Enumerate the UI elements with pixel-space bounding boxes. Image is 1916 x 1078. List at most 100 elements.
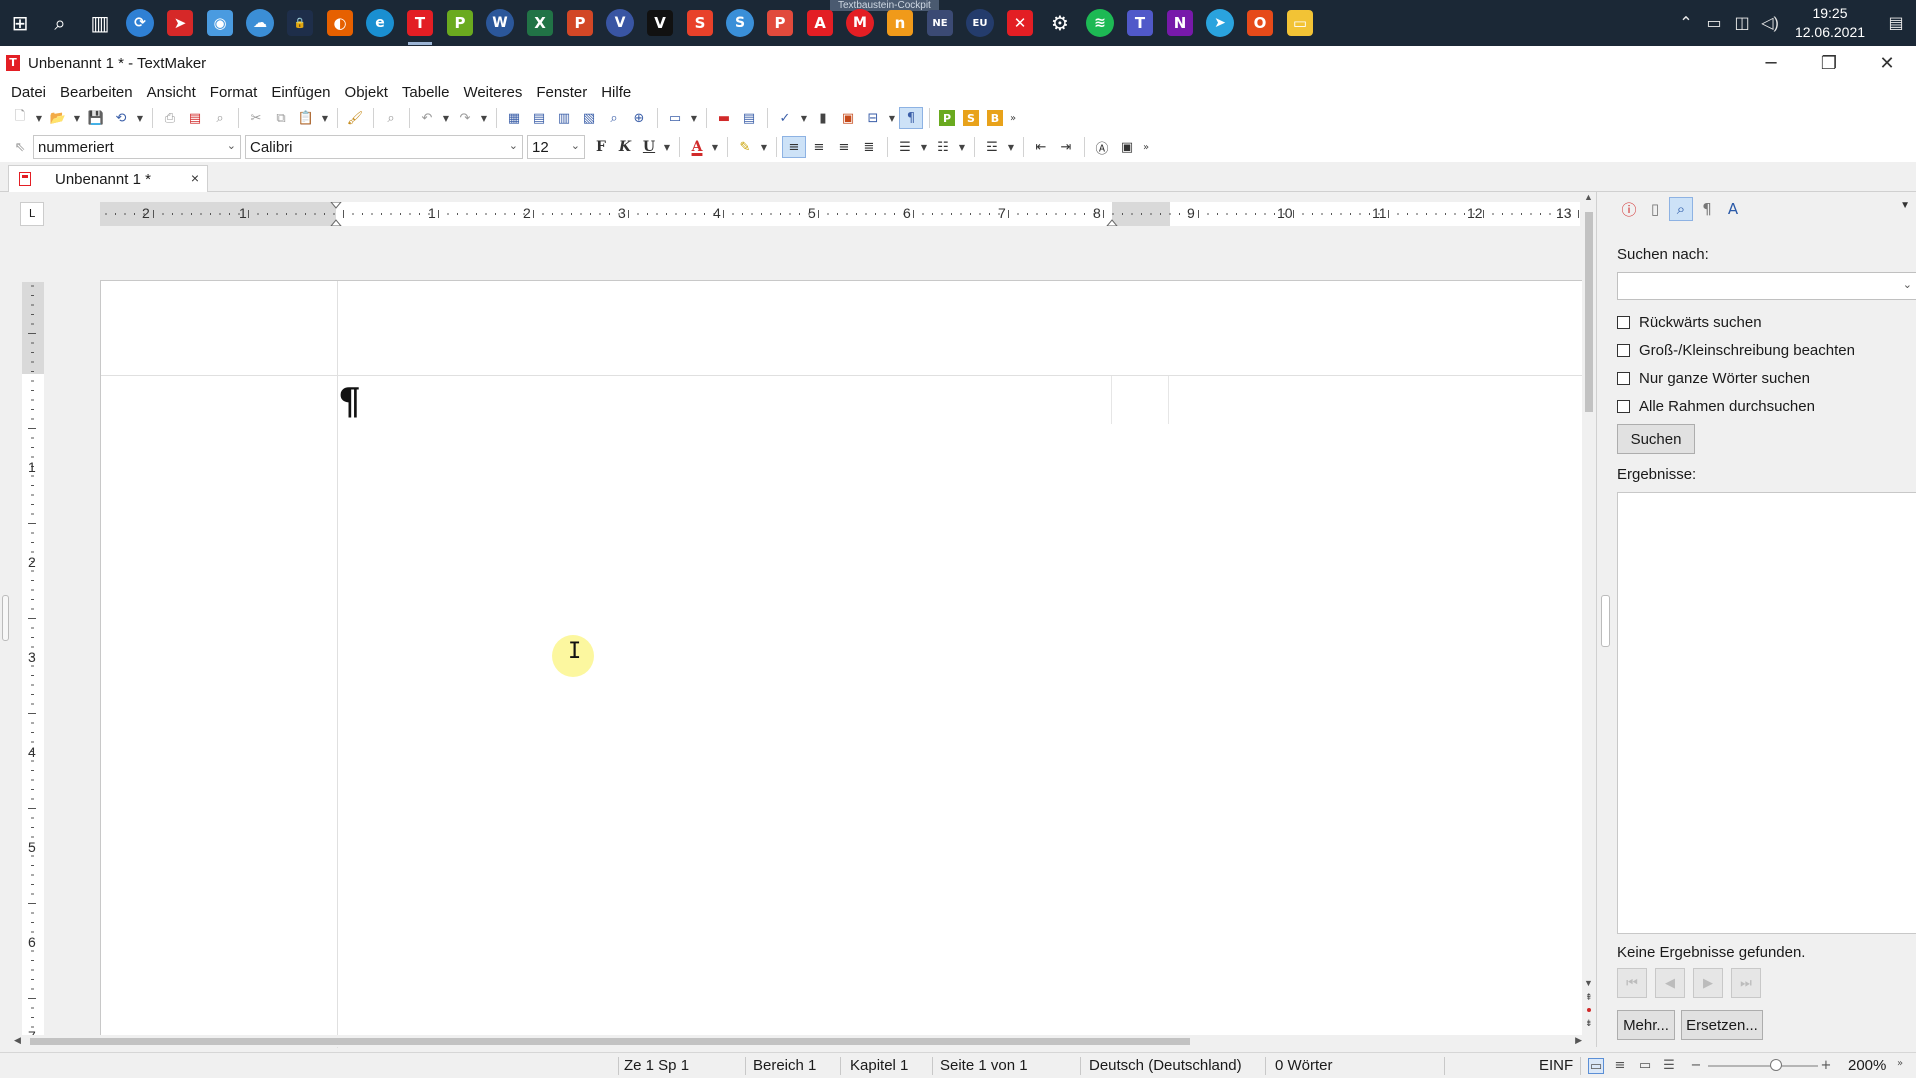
insert-chart-icon[interactable]: ▮	[811, 107, 835, 129]
zoom-out-icon[interactable]: −	[1688, 1058, 1704, 1074]
insert-field-icon[interactable]: ▬	[712, 107, 736, 129]
view-master-icon[interactable]: ▧	[577, 107, 601, 129]
scroll-right-icon[interactable]: ▶	[1575, 1035, 1582, 1046]
font-select[interactable]: Calibri ⌄	[245, 135, 523, 159]
align-left-icon[interactable]: ≡	[782, 136, 806, 158]
close-button[interactable]: ✕	[1858, 46, 1916, 80]
paragraph-style-select[interactable]: nummeriert ⌄	[33, 135, 241, 159]
right-sidebar-grip[interactable]	[1601, 595, 1610, 647]
increase-indent-icon[interactable]: ⇥	[1054, 136, 1078, 158]
checkbox[interactable]	[1617, 344, 1630, 357]
taskbar-edge-icon[interactable]: e	[360, 0, 400, 46]
paste-dropdown-icon[interactable]: ▼	[319, 107, 331, 129]
left-sidebar-grip[interactable]	[2, 595, 9, 641]
view-outline-icon[interactable]: ☰	[1661, 1058, 1677, 1074]
text-frame-icon[interactable]: Ⓐ	[1090, 136, 1114, 158]
underline-dropdown-icon[interactable]: ▼	[661, 136, 673, 158]
planmaker-link-icon[interactable]: S	[963, 110, 979, 126]
copy-icon[interactable]: ⧉	[269, 107, 293, 129]
checkbox[interactable]	[1617, 372, 1630, 385]
vertical-scrollbar-thumb[interactable]	[1585, 212, 1593, 412]
find-icon[interactable]: ⌕	[379, 107, 403, 129]
previous-result-icon[interactable]: ◀	[1655, 968, 1685, 998]
document-tab[interactable]: Unbenannt 1 * ×	[8, 165, 208, 192]
status-chapter[interactable]: Kapitel 1	[850, 1057, 908, 1074]
taskbar-teams-icon[interactable]: T	[1120, 0, 1160, 46]
taskbar-presentations-icon[interactable]: P	[440, 0, 480, 46]
new-dropdown-icon[interactable]: ▼	[33, 107, 45, 129]
clock[interactable]: 19:25 12.06.2021	[1784, 4, 1876, 42]
pdf-export-icon[interactable]: ▤	[183, 107, 207, 129]
option-whole-words[interactable]: Nur ganze Wörter suchen	[1617, 370, 1810, 387]
bold-button[interactable]: F	[589, 136, 613, 158]
next-page-icon[interactable]: ⇟	[1585, 1018, 1593, 1029]
save-dropdown-icon[interactable]: ▼	[134, 107, 146, 129]
mail-merge-icon[interactable]: ⊟	[861, 107, 885, 129]
align-center-icon[interactable]: ≡	[807, 136, 831, 158]
option-backwards[interactable]: Rückwärts suchen	[1617, 314, 1762, 331]
menu-bearbeiten[interactable]: Bearbeiten	[53, 84, 140, 101]
basicmaker-link-icon[interactable]: B	[987, 110, 1003, 126]
document-page[interactable]: ¶	[100, 280, 1585, 1048]
spellcheck-icon[interactable]: ✓	[773, 107, 797, 129]
redo-dropdown-icon[interactable]: ▼	[478, 107, 490, 129]
paste-icon[interactable]: 📋	[294, 107, 318, 129]
underline-button[interactable]: U	[637, 136, 661, 158]
taskbar-explorer-icon[interactable]: ▭	[1280, 0, 1320, 46]
taskbar-office-icon[interactable]: O	[1240, 0, 1280, 46]
menu-format[interactable]: Format	[203, 84, 265, 101]
print-icon[interactable]: ⎙	[158, 107, 182, 129]
checkbox[interactable]	[1617, 316, 1630, 329]
insert-frame-dropdown-icon[interactable]: ▼	[688, 107, 700, 129]
taskbar-disc-app-icon[interactable]: ◉	[200, 0, 240, 46]
format-painter-icon[interactable]: 🖌	[343, 107, 367, 129]
sidebar-tab-styles-icon[interactable]: A	[1721, 197, 1745, 221]
taskbar-onenote-icon[interactable]: N	[1160, 0, 1200, 46]
status-language[interactable]: Deutsch (Deutschland)	[1089, 1057, 1242, 1074]
scroll-down-icon[interactable]: ▼	[1584, 978, 1593, 988]
menu-objekt[interactable]: Objekt	[338, 84, 395, 101]
battery-icon[interactable]: ▭	[1700, 13, 1728, 33]
undo-icon[interactable]: ↶	[415, 107, 439, 129]
previous-page-icon[interactable]: ⇞	[1585, 992, 1593, 1003]
view-outline-icon[interactable]: ▥	[552, 107, 576, 129]
view-normal-icon[interactable]: ≡	[1612, 1058, 1628, 1074]
spellcheck-dropdown-icon[interactable]: ▼	[798, 107, 810, 129]
horizontal-scrollbar-thumb[interactable]	[30, 1038, 1190, 1045]
zoom-icon[interactable]: ⌕	[602, 107, 626, 129]
search-button[interactable]: Suchen	[1617, 424, 1695, 454]
select-pointer-icon[interactable]: ⇖	[8, 136, 32, 158]
new-document-icon[interactable]: 🗋	[8, 107, 32, 129]
vertical-ruler[interactable]: 1 2 3 4 5 6 7	[22, 282, 44, 1047]
font-color-dropdown-icon[interactable]: ▼	[709, 136, 721, 158]
zoom-page-icon[interactable]: ⊕	[627, 107, 651, 129]
taskbar-powerpoint-icon[interactable]: P	[560, 0, 600, 46]
maximize-button[interactable]: ❐	[1800, 46, 1858, 80]
font-color-button[interactable]: A	[685, 136, 709, 158]
print-preview-icon[interactable]: ⌕	[208, 107, 232, 129]
presentations-link-icon[interactable]: P	[939, 110, 955, 126]
last-result-icon[interactable]: ⏭	[1731, 968, 1761, 998]
taskbar-europa-app-icon[interactable]: EU	[960, 0, 1000, 46]
option-case-sensitive[interactable]: Groß-/Kleinschreibung beachten	[1617, 342, 1855, 359]
bullet-list-icon[interactable]: ☰	[893, 136, 917, 158]
toolbar-overflow-icon[interactable]: »	[1007, 107, 1019, 129]
outline-numbering-icon[interactable]: ☲	[980, 136, 1004, 158]
status-page[interactable]: Seite 1 von 1	[940, 1057, 1028, 1074]
taskbar-textmaker-icon[interactable]: T	[400, 0, 440, 46]
show-formatting-marks-icon[interactable]: ¶	[899, 107, 923, 129]
indent-marker[interactable]	[330, 219, 342, 226]
taskbar-ne-app-icon[interactable]: NE	[920, 0, 960, 46]
zoom-slider-track[interactable]	[1708, 1065, 1818, 1067]
outline-numbering-dropdown-icon[interactable]: ▼	[1005, 136, 1017, 158]
zoom-slider-thumb[interactable]	[1770, 1059, 1782, 1071]
mail-merge-dropdown-icon[interactable]: ▼	[886, 107, 898, 129]
taskbar-task-view-icon[interactable]: ▥	[80, 0, 120, 46]
chevron-down-icon[interactable]: ⌄	[1903, 278, 1912, 291]
zoom-level[interactable]: 200%	[1848, 1057, 1886, 1074]
horizontal-scrollbar[interactable]: ◀ ▶	[14, 1035, 1582, 1047]
next-result-icon[interactable]: ▶	[1693, 968, 1723, 998]
menu-tabelle[interactable]: Tabelle	[395, 84, 457, 101]
insert-object-icon[interactable]: ▣	[836, 107, 860, 129]
scroll-up-icon[interactable]: ▲	[1584, 192, 1593, 202]
